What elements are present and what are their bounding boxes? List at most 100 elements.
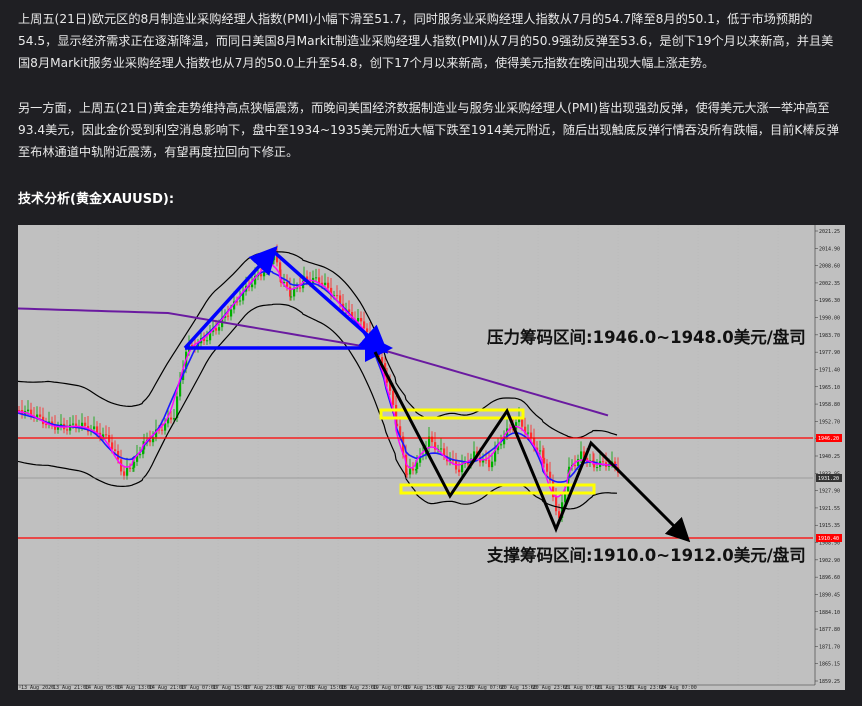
article: 上周五(21日)欧元区的8月制造业采购经理人指数(PMI)小幅下滑至51.7，同… (0, 0, 862, 706)
time-tick-label: 14 Aug 05:00 (85, 685, 121, 690)
candle-body (133, 461, 136, 468)
candle-body (409, 468, 412, 475)
candle-body (596, 467, 599, 469)
candle-body (543, 457, 546, 464)
section-heading: 技术分析(黄金XAUUSD): (18, 192, 175, 207)
candle-body (580, 451, 583, 459)
candle-body (527, 432, 530, 434)
candle-body (218, 327, 221, 331)
candle-body (416, 462, 419, 470)
candle-body (602, 461, 605, 463)
time-tick-label: 19 Aug 07:00 (373, 685, 409, 690)
time-tick-label: 21 Aug 15:00 (597, 685, 633, 690)
candle-body (290, 296, 293, 298)
time-tick-label: 18 Aug 23:00 (341, 685, 377, 690)
time-axis-ticks: 13 Aug 202013 Aug 21:0014 Aug 05:0014 Au… (19, 685, 697, 690)
candle-body (227, 315, 230, 317)
candle-body (170, 417, 173, 420)
time-tick-label: 18 Aug 07:00 (277, 685, 313, 690)
candle-body (574, 465, 577, 467)
price-tick-label: 2021.25 (819, 229, 840, 235)
time-tick-label: 14 Aug 21:00 (149, 685, 185, 690)
time-tick-label: 20 Aug 07:00 (469, 685, 505, 690)
candle-body (539, 450, 542, 452)
candle-body (239, 300, 242, 302)
candle-body (366, 328, 369, 332)
price-tick-label: 1896.60 (819, 575, 840, 581)
candle-body (555, 497, 558, 512)
candle-body (412, 468, 415, 471)
candle-body (500, 444, 503, 446)
candle-body (286, 282, 289, 287)
candle-body (488, 459, 491, 468)
time-tick-label: 19 Aug 15:00 (405, 685, 441, 690)
candle-body (461, 463, 464, 473)
candle-body (392, 390, 395, 405)
candle-body (318, 277, 321, 283)
time-tick-label: 18 Aug 15:00 (309, 685, 345, 690)
candle-body (139, 454, 142, 456)
candle-body (114, 449, 117, 451)
candle-body (69, 424, 72, 431)
candle-body (126, 467, 129, 476)
price-tick-label: 1971.40 (819, 367, 840, 373)
time-tick-label: 17 Aug 23:00 (245, 685, 281, 690)
candle-body (327, 282, 330, 288)
price-tick-label: 1902.90 (819, 558, 840, 564)
candle-body (66, 429, 69, 431)
price-tick-label: 1965.10 (819, 385, 840, 391)
current-price-label: 1931.20 (818, 476, 839, 482)
time-tick-label: 21 Aug 23:00 (629, 685, 665, 690)
candle-body (105, 434, 108, 436)
candle-body (530, 432, 533, 438)
candle-body (363, 321, 366, 329)
candle-body (45, 424, 48, 426)
candle-body (369, 331, 372, 334)
price-tick-label: 2002.35 (819, 281, 840, 287)
price-tick-label: 2014.90 (819, 246, 840, 252)
resistance-price-label: 1946.20 (818, 436, 839, 442)
candle-body (324, 282, 327, 285)
candle-body (215, 328, 218, 331)
candle-body (360, 318, 363, 322)
price-tick-label: 1865.15 (819, 662, 840, 668)
price-tick-label: 1977.90 (819, 350, 840, 356)
price-tick-label: 1890.45 (819, 592, 840, 598)
time-tick-label: 19 Aug 23:00 (437, 685, 473, 690)
candle-body (93, 426, 96, 430)
time-tick-label: 20 Aug 15:00 (501, 685, 537, 690)
price-tick-label: 1940.25 (819, 454, 840, 460)
candle-body (440, 448, 443, 450)
candle-body (260, 274, 263, 277)
price-tick-label: 1915.35 (819, 523, 840, 529)
time-tick-label: 21 Aug 07:00 (565, 685, 601, 690)
candle-body (406, 473, 409, 475)
candle-body (84, 422, 87, 426)
time-tick-label: 17 Aug 07:00 (181, 685, 217, 690)
time-tick-label: 13 Aug 21:00 (53, 685, 89, 690)
price-tick-label: 1952.70 (819, 419, 840, 425)
price-tick-label: 1996.30 (819, 298, 840, 304)
support-zone-label: 支撑筹码区间:1910.0~1912.0美元/盘司 (487, 545, 806, 565)
time-tick-label: 17 Aug 15:00 (213, 685, 249, 690)
price-tick-label: 1990.00 (819, 316, 840, 322)
time-tick-label: 20 Aug 23:00 (533, 685, 569, 690)
candle-body (357, 318, 360, 322)
gold-price-chart-image: 2021.25 2014.90 2008.60 2002.35 1996.30 1990.… (18, 225, 845, 690)
candle-body (491, 461, 494, 468)
paragraph-gold-trend: 另一方面，上周五(21日)黄金走势维持高点狭幅震荡，而晚间美国经济数据制造业与服… (18, 101, 839, 159)
candle-body (206, 340, 209, 342)
candle-body (273, 254, 276, 261)
price-tick-label: 1877.80 (819, 627, 840, 633)
candle-body (546, 463, 549, 472)
time-tick-label: 13 Aug 2020 (21, 685, 54, 690)
chart-svg: 2021.25 2014.90 2008.60 2002.35 1996.30 1990.… (18, 225, 845, 690)
candle-body (336, 295, 339, 297)
candle-body (230, 309, 233, 317)
candle-body (161, 429, 164, 431)
candle-body (123, 471, 126, 476)
price-tick-label: 1859.25 (819, 679, 840, 685)
time-tick-label: 14 Aug 13:00 (117, 685, 153, 690)
price-tick-label: 1927.90 (819, 489, 840, 495)
support-price-label: 1910.40 (818, 536, 839, 542)
